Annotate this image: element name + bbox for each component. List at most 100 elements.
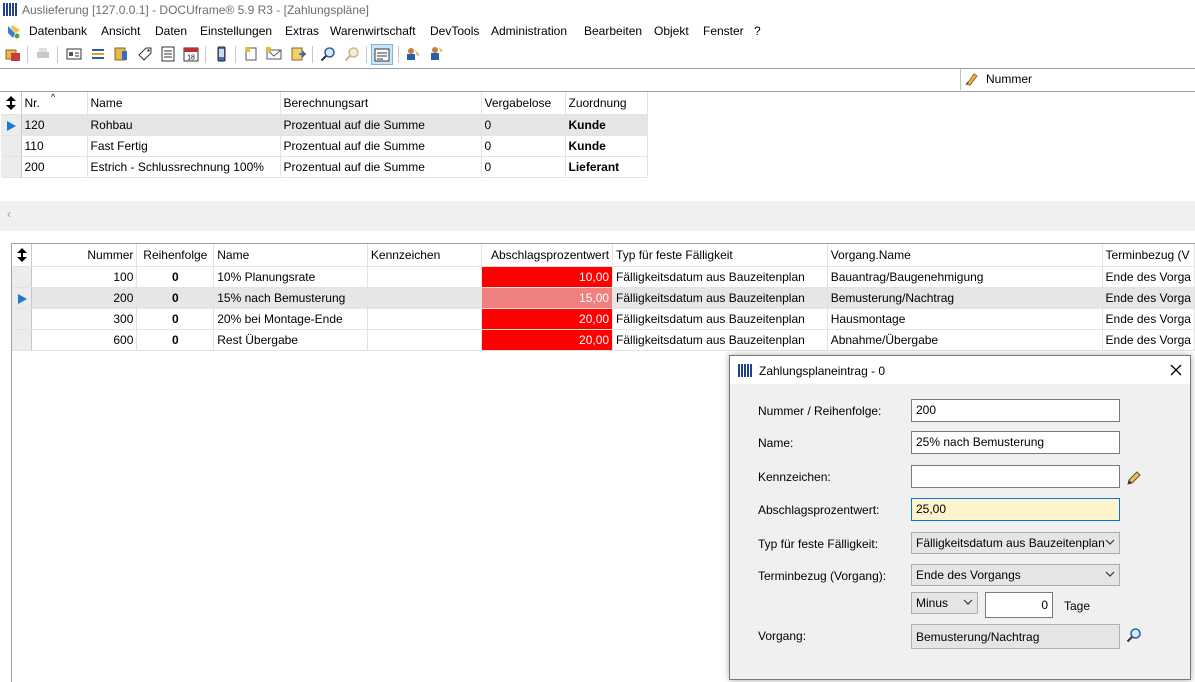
scroll-left-icon[interactable]: ‹ (7, 207, 11, 221)
cell-typ[interactable]: Fälligkeitsdatum aus Bauzeitenplan (612, 266, 828, 288)
menu-warenwirtschaft[interactable]: Warenwirtschaft (330, 24, 416, 38)
search-icon[interactable] (1126, 627, 1142, 643)
cell-vorgang-name[interactable]: Hausmontage (827, 308, 1103, 330)
cell-kennzeichen[interactable] (367, 329, 483, 351)
cell-nummer[interactable]: 100 (31, 266, 138, 288)
menu-help[interactable]: ? (754, 24, 761, 38)
table-row[interactable]: 100 0 10% Planungsrate 10,00 Fälligkeits… (12, 266, 1195, 288)
cell-berechnungsart[interactable]: Prozentual auf die Summe (280, 156, 482, 178)
cell-typ[interactable]: Fälligkeitsdatum aus Bauzeitenplan (612, 308, 828, 330)
cell-name[interactable]: Rest Übergabe (213, 329, 368, 351)
mobile-icon[interactable] (213, 46, 229, 62)
menu-fenster[interactable]: Fenster (703, 24, 744, 38)
table-row[interactable]: 200 Estrich - Schlussrechnung 100% Proze… (1, 156, 648, 178)
cell-nummer[interactable]: 300 (31, 308, 138, 330)
table-row[interactable]: 110 Fast Fertig Prozentual auf die Summe… (1, 135, 648, 157)
cell-abschlagsprozentwert[interactable]: 10,00 (481, 266, 614, 288)
menu-bearbeiten[interactable]: Bearbeiten (584, 24, 642, 38)
cell-abschlagsprozentwert[interactable]: 20,00 (481, 308, 614, 330)
tage-field[interactable]: 0 (985, 592, 1053, 618)
cell-name[interactable]: Rohbau (87, 114, 281, 136)
view-toggle-button[interactable] (371, 44, 393, 65)
cell-reihenfolge[interactable]: 0 (136, 329, 215, 351)
menu-einstellungen[interactable]: Einstellungen (200, 24, 272, 38)
row-header[interactable] (1, 114, 22, 136)
cell-nummer[interactable]: 200 (31, 287, 138, 309)
menu-ansicht[interactable]: Ansicht (101, 24, 140, 38)
edit-pencil-icon[interactable] (1126, 470, 1142, 486)
column-header-vergabelose[interactable]: Vergabelose (481, 92, 566, 115)
calendar-icon[interactable]: 18 (183, 46, 199, 62)
cell-nummer[interactable]: 600 (31, 329, 138, 351)
table-row[interactable]: 120 Rohbau Prozentual auf die Summe 0 Ku… (1, 114, 648, 136)
column-header-nummer[interactable]: Nummer (31, 244, 138, 267)
cell-vergabelose[interactable]: 0 (481, 135, 566, 157)
cell-berechnungsart[interactable]: Prozentual auf die Summe (280, 135, 482, 157)
row-header[interactable] (1, 156, 22, 178)
cell-abschlagsprozentwert[interactable]: 15,00 (481, 287, 614, 309)
typ-select[interactable]: Fälligkeitsdatum aus Bauzeitenplan (911, 532, 1120, 554)
cell-zuordnung[interactable]: Kunde (565, 114, 648, 136)
column-header-vorgang-name[interactable]: Vorgang.Name (827, 244, 1103, 267)
menu-extras[interactable]: Extras (285, 24, 319, 38)
cell-nr[interactable]: 110 (21, 135, 88, 157)
row-header[interactable] (12, 266, 33, 288)
menu-datenbank[interactable]: Datenbank (29, 24, 87, 38)
column-header-reihenfolge[interactable]: Reihenfolge (136, 244, 215, 267)
cell-terminbezug[interactable]: Ende des Vorga (1102, 329, 1195, 351)
menu-daten[interactable]: Daten (155, 24, 187, 38)
cell-vorgang-name[interactable]: Abnahme/Übergabe (827, 329, 1103, 351)
vorzeichen-select[interactable]: Minus (911, 592, 978, 614)
cell-typ[interactable]: Fälligkeitsdatum aus Bauzeitenplan (612, 329, 828, 351)
table-row[interactable]: 600 0 Rest Übergabe 20,00 Fälligkeitsdat… (12, 329, 1195, 351)
column-header-name[interactable]: Name (87, 92, 281, 115)
search-icon[interactable] (320, 46, 336, 62)
cell-vorgang-name[interactable]: Bauantrag/Baugenehmigung (827, 266, 1103, 288)
app-menu-icon[interactable] (6, 24, 22, 40)
table-row[interactable]: 200 0 15% nach Bemusterung 15,00 Fälligk… (12, 287, 1195, 309)
cell-name[interactable]: 20% bei Montage-Ende (213, 308, 368, 330)
address-book-icon[interactable] (160, 46, 176, 62)
folder-icon[interactable] (113, 46, 129, 62)
row-header[interactable] (12, 287, 33, 309)
cell-nr[interactable]: 200 (21, 156, 88, 178)
cell-typ[interactable]: Fälligkeitsdatum aus Bauzeitenplan (612, 287, 828, 309)
grid-corner-cell[interactable] (1, 92, 22, 115)
close-icon[interactable] (1170, 364, 1182, 376)
row-header[interactable] (1, 135, 22, 157)
cell-vorgang-name[interactable]: Bemusterung/Nachtrag (827, 287, 1103, 309)
cell-kennzeichen[interactable] (367, 287, 483, 309)
menu-devtools[interactable]: DevTools (430, 24, 479, 38)
cell-terminbezug[interactable]: Ende des Vorga (1102, 266, 1195, 288)
column-header-abschlagsprozentwert[interactable]: Abschlagsprozentwert (481, 244, 614, 267)
cell-kennzeichen[interactable] (367, 266, 483, 288)
tag-icon[interactable] (137, 46, 153, 62)
horizontal-scrollbar[interactable]: ‹ (0, 201, 1195, 231)
cell-name[interactable]: Estrich - Schlussrechnung 100% (87, 156, 281, 178)
menu-objekt[interactable]: Objekt (654, 24, 689, 38)
column-header-name[interactable]: Name (213, 244, 368, 267)
name-field[interactable]: 25% nach Bemusterung (911, 431, 1120, 454)
sort-field[interactable]: Nummer (960, 69, 1195, 90)
users-icon[interactable] (405, 46, 421, 62)
mail-icon[interactable] (266, 46, 282, 62)
print-icon[interactable] (35, 46, 51, 62)
nummer-field[interactable]: 200 (911, 399, 1120, 422)
cell-vergabelose[interactable]: 0 (481, 156, 566, 178)
open-icon[interactable] (5, 46, 21, 62)
cell-reihenfolge[interactable]: 0 (136, 308, 215, 330)
grid-corner-cell[interactable] (12, 244, 33, 267)
cell-terminbezug[interactable]: Ende des Vorga (1102, 287, 1195, 309)
cell-kennzeichen[interactable] (367, 308, 483, 330)
cell-zuordnung[interactable]: Kunde (565, 135, 648, 157)
cell-nr[interactable]: 120 (21, 114, 88, 136)
search-disabled-icon[interactable] (344, 46, 360, 62)
cell-berechnungsart[interactable]: Prozentual auf die Summe (280, 114, 482, 136)
card-icon[interactable] (66, 46, 82, 62)
vorgang-field[interactable]: Bemusterung/Nachtrag (911, 624, 1120, 649)
abschlag-field[interactable]: 25,00 (911, 498, 1120, 521)
terminbezug-select[interactable]: Ende des Vorgangs (911, 564, 1120, 586)
cell-reihenfolge[interactable]: 0 (136, 266, 215, 288)
cell-reihenfolge[interactable]: 0 (136, 287, 215, 309)
cell-name[interactable]: 10% Planungsrate (213, 266, 368, 288)
